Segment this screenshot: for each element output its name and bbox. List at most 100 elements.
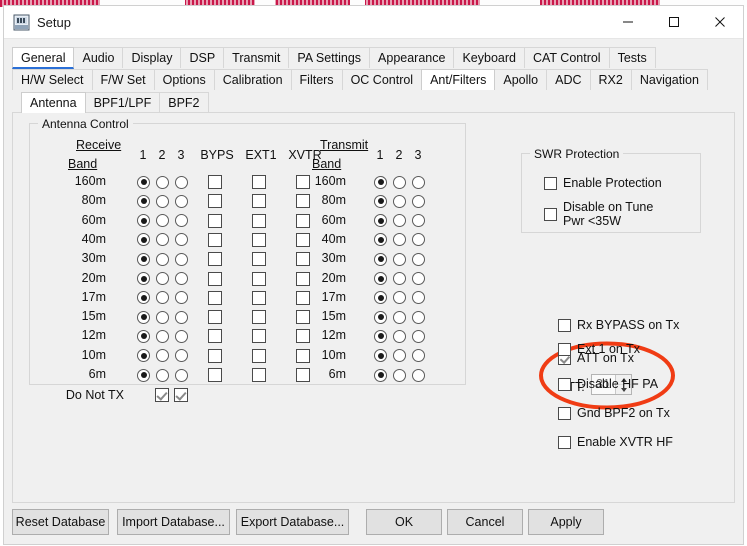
receive-byps-checkbox-60m[interactable] [208,214,222,228]
receive-antenna-radio-17m-2[interactable] [156,291,169,304]
transmit-antenna-radio-20m-1[interactable] [374,272,387,285]
transmit-antenna-radio-160m-2[interactable] [393,176,406,189]
swr-option-checkbox-disable-on-tune[interactable] [544,208,557,221]
tab-f-w-set[interactable]: F/W Set [92,69,155,90]
receive-ext1-checkbox-17m[interactable] [252,291,266,305]
receive-byps-checkbox-17m[interactable] [208,291,222,305]
receive-ext1-checkbox-40m[interactable] [252,233,266,247]
receive-antenna-radio-160m-3[interactable] [175,176,188,189]
transmit-antenna-radio-60m-3[interactable] [412,214,425,227]
receive-byps-checkbox-15m[interactable] [208,310,222,324]
transmit-antenna-radio-40m-3[interactable] [412,233,425,246]
receive-antenna-radio-60m-3[interactable] [175,214,188,227]
receive-antenna-radio-12m-1[interactable] [137,330,150,343]
tx-option-checkbox-ext-1-on-tx[interactable] [558,343,571,356]
ok-button[interactable]: OK [366,509,442,535]
receive-byps-checkbox-10m[interactable] [208,349,222,363]
receive-byps-checkbox-12m[interactable] [208,329,222,343]
transmit-antenna-radio-17m-3[interactable] [412,291,425,304]
transmit-antenna-radio-17m-2[interactable] [393,291,406,304]
transmit-antenna-radio-15m-3[interactable] [412,311,425,324]
receive-antenna-radio-6m-2[interactable] [156,369,169,382]
receive-byps-checkbox-160m[interactable] [208,175,222,189]
receive-ext1-checkbox-15m[interactable] [252,310,266,324]
receive-antenna-radio-30m-2[interactable] [156,253,169,266]
tab-h-w-select[interactable]: H/W Select [12,69,93,90]
receive-antenna-radio-160m-1[interactable] [137,176,150,189]
tx-option-checkbox-disable-hf-pa[interactable] [558,378,571,391]
maximize-button[interactable] [651,6,697,38]
tx-option-ext-1-on-tx[interactable]: Ext 1 on Tx [558,342,640,356]
receive-antenna-radio-40m-1[interactable] [137,233,150,246]
receive-antenna-radio-17m-1[interactable] [137,291,150,304]
cancel-button[interactable]: Cancel [447,509,523,535]
transmit-antenna-radio-160m-1[interactable] [374,176,387,189]
receive-ext1-checkbox-30m[interactable] [252,252,266,266]
tab-options[interactable]: Options [154,69,215,90]
transmit-antenna-radio-15m-1[interactable] [374,311,387,324]
tx-option-gnd-bpf2-on-tx[interactable]: Gnd BPF2 on Tx [558,406,670,420]
export-database-button[interactable]: Export Database... [236,509,349,535]
transmit-antenna-radio-40m-2[interactable] [393,233,406,246]
transmit-antenna-radio-30m-2[interactable] [393,253,406,266]
transmit-antenna-radio-6m-3[interactable] [412,369,425,382]
receive-antenna-radio-80m-3[interactable] [175,195,188,208]
do-not-tx-checkbox-2[interactable] [155,388,169,402]
receive-antenna-radio-160m-2[interactable] [156,176,169,189]
tab-pa-settings[interactable]: PA Settings [288,47,370,68]
tab-adc[interactable]: ADC [546,69,590,90]
receive-antenna-radio-15m-2[interactable] [156,311,169,324]
receive-antenna-radio-30m-3[interactable] [175,253,188,266]
receive-antenna-radio-15m-3[interactable] [175,311,188,324]
transmit-antenna-radio-80m-2[interactable] [393,195,406,208]
receive-antenna-radio-40m-3[interactable] [175,233,188,246]
receive-byps-checkbox-80m[interactable] [208,194,222,208]
close-button[interactable] [697,6,743,38]
tab-antenna[interactable]: Antenna [21,92,86,113]
transmit-antenna-radio-30m-3[interactable] [412,253,425,266]
tx-option-checkbox-rx-bypass-on-tx[interactable] [558,319,571,332]
tab-audio[interactable]: Audio [73,47,123,68]
receive-antenna-radio-10m-1[interactable] [137,349,150,362]
tab-keyboard[interactable]: Keyboard [453,47,525,68]
minimize-button[interactable] [605,6,651,38]
receive-antenna-radio-17m-3[interactable] [175,291,188,304]
receive-byps-checkbox-40m[interactable] [208,233,222,247]
transmit-antenna-radio-6m-2[interactable] [393,369,406,382]
swr-option-disable-on-tune[interactable]: Disable on Tune Pwr <35W [544,200,653,228]
tab-bpf2[interactable]: BPF2 [159,92,208,113]
receive-antenna-radio-6m-1[interactable] [137,369,150,382]
transmit-antenna-radio-12m-3[interactable] [412,330,425,343]
tab-oc-control[interactable]: OC Control [342,69,423,90]
tx-option-enable-xvtr-hf[interactable]: Enable XVTR HF [558,435,673,449]
tab-apollo[interactable]: Apollo [494,69,547,90]
receive-antenna-radio-30m-1[interactable] [137,253,150,266]
receive-antenna-radio-20m-2[interactable] [156,272,169,285]
receive-antenna-radio-20m-3[interactable] [175,272,188,285]
receive-antenna-radio-12m-3[interactable] [175,330,188,343]
transmit-antenna-radio-10m-3[interactable] [412,349,425,362]
transmit-antenna-radio-12m-1[interactable] [374,330,387,343]
receive-ext1-checkbox-10m[interactable] [252,349,266,363]
receive-antenna-radio-40m-2[interactable] [156,233,169,246]
transmit-antenna-radio-20m-2[interactable] [393,272,406,285]
receive-antenna-radio-10m-2[interactable] [156,349,169,362]
tab-dsp[interactable]: DSP [180,47,224,68]
receive-byps-checkbox-6m[interactable] [208,368,222,382]
transmit-antenna-radio-17m-1[interactable] [374,291,387,304]
receive-antenna-radio-60m-1[interactable] [137,214,150,227]
transmit-antenna-radio-10m-1[interactable] [374,349,387,362]
tx-option-checkbox-gnd-bpf2-on-tx[interactable] [558,407,571,420]
transmit-antenna-radio-20m-3[interactable] [412,272,425,285]
receive-ext1-checkbox-80m[interactable] [252,194,266,208]
tab-bpf1-lpf[interactable]: BPF1/LPF [85,92,161,113]
transmit-antenna-radio-160m-3[interactable] [412,176,425,189]
do-not-tx-checkbox-3[interactable] [174,388,188,402]
receive-antenna-radio-15m-1[interactable] [137,311,150,324]
receive-ext1-checkbox-6m[interactable] [252,368,266,382]
tx-option-disable-hf-pa[interactable]: Disable HF PA [558,377,658,391]
receive-ext1-checkbox-60m[interactable] [252,214,266,228]
receive-byps-checkbox-30m[interactable] [208,252,222,266]
receive-antenna-radio-80m-2[interactable] [156,195,169,208]
reset-database-button[interactable]: Reset Database [12,509,109,535]
